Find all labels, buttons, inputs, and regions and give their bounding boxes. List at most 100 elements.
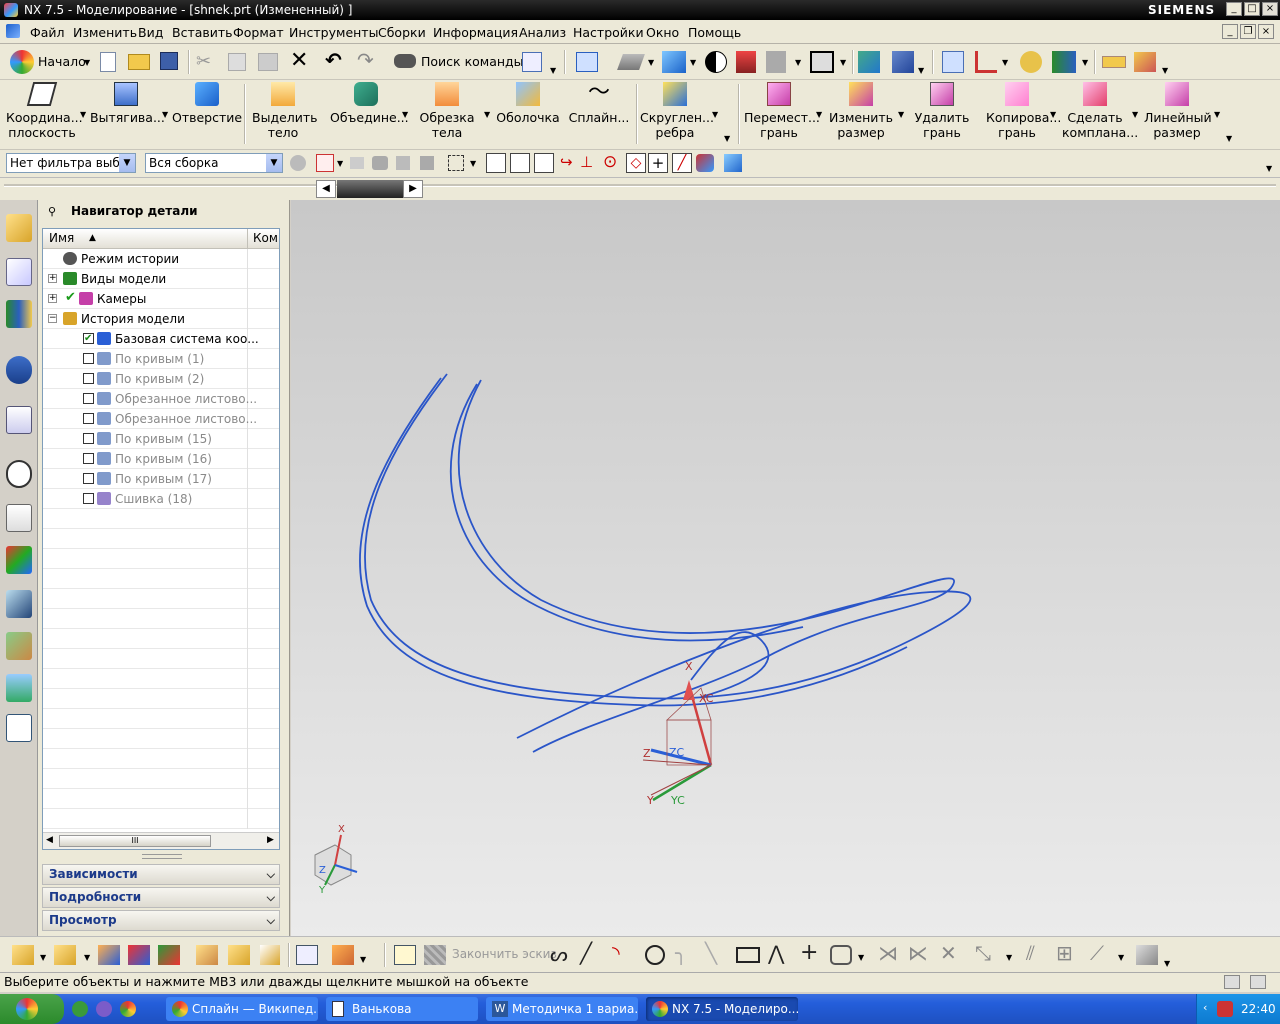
menu-help[interactable]: Помощь [688,25,741,40]
chevron-down-icon[interactable]: ▼ [337,159,343,168]
finish-sketch-icon[interactable] [424,945,446,965]
info-icon[interactable] [6,356,32,384]
spline-curves[interactable] [358,373,972,753]
select-body-icon[interactable] [724,154,742,172]
new-file-icon[interactable] [100,52,116,72]
quick-trim-icon[interactable]: ⋊ [878,941,898,965]
feature-checkbox[interactable] [83,373,94,384]
sketch-style-icon[interactable] [1136,945,1158,965]
chevron-down-icon[interactable]: ▼ [1002,58,1008,67]
expand-icon[interactable]: + [48,294,57,303]
open-folder-icon[interactable] [128,54,150,70]
scroll-thumb[interactable]: III [59,835,211,847]
select-icon[interactable] [396,156,410,170]
chevron-down-icon[interactable]: ▼ [1226,134,1232,143]
menu-edit[interactable]: Изменить [73,25,137,40]
arc-icon[interactable]: ◝ [612,941,620,965]
color-icon[interactable] [810,51,834,73]
assembly-constraints-icon[interactable] [128,945,150,965]
rectangle-icon[interactable] [736,947,760,963]
move-icon[interactable] [892,51,914,73]
csys-icon[interactable] [975,51,997,73]
chevron-down-icon[interactable]: ▼ [1214,110,1220,119]
snap-existing-point-icon[interactable]: + [648,153,668,173]
table-row[interactable]: + Виды модели [43,269,279,289]
chevron-down-icon[interactable]: ▼ [1006,953,1012,962]
chevron-down-icon[interactable]: ▼ [795,58,801,67]
menu-window[interactable]: Окно [646,25,679,40]
table-row[interactable]: По кривым (15) [43,429,279,449]
chevron-down-icon[interactable]: ▼ [550,66,556,75]
chamfer-icon[interactable]: ╲ [705,941,717,965]
chevron-down-icon[interactable]: ▼ [840,58,846,67]
paste-icon[interactable] [258,53,278,71]
sketch-icon[interactable] [394,945,416,965]
chevron-down-icon[interactable]: ▼ [84,58,90,67]
chevron-right-icon[interactable]: ▶ [403,180,423,198]
feature-checkbox[interactable] [83,353,94,364]
chevron-left-icon[interactable]: ◀ [46,835,53,845]
feature-checkbox[interactable] [83,473,94,484]
table-row[interactable]: Обрезанное листово... [43,389,279,409]
chevron-down-icon[interactable]: ▼ [724,134,730,143]
snap-mid-icon[interactable] [510,153,530,173]
feature-checkbox[interactable] [83,453,94,464]
auto-constrain-icon[interactable]: ⊞ [1056,941,1073,965]
menu-insert[interactable]: Вставить [172,25,233,40]
spline-button[interactable]: 〜 Сплайн... [568,82,630,126]
details-panel[interactable]: Подробности ⌵ [42,887,280,908]
chevron-down-icon[interactable]: ▼ [816,110,822,119]
snap-tangent-icon[interactable]: ⊥ [580,153,593,171]
redo-icon[interactable]: ↷ [357,48,374,72]
chevron-down-icon[interactable]: ▼ [360,955,366,964]
snap-on-curve-icon[interactable]: ╱ [672,153,692,173]
menu-analysis[interactable]: Анализ [519,25,566,40]
select-icon[interactable] [1052,51,1076,73]
chevron-down-icon[interactable]: ▼ [162,110,168,119]
chevron-left-icon[interactable]: ◀ [316,180,336,198]
quicklaunch-icon[interactable] [72,1001,88,1017]
chevron-down-icon[interactable]: ▼ [1050,110,1056,119]
layer-icon[interactable] [766,51,786,73]
info-icon[interactable] [522,52,542,72]
render-style-icon[interactable] [617,54,645,70]
chevron-down-icon[interactable]: ▼ [470,159,476,168]
datum-csys[interactable]: X XC Z ZC Y YC [642,660,714,807]
roles-icon[interactable] [6,632,32,660]
splitter-grip[interactable] [142,854,182,859]
unite-button[interactable]: Объедине... [330,82,409,125]
chevron-down-icon[interactable]: ▼ [1266,164,1272,173]
model-geometry[interactable]: X XC Z ZC Y YC X Y Z [291,200,1280,936]
move-component-icon[interactable] [158,945,180,965]
filter-reset-icon[interactable] [290,155,306,171]
column-header-comment[interactable]: Ком [247,229,279,249]
menu-information[interactable]: Информация [433,25,518,40]
constraint-icon[interactable]: ⫽ [1026,941,1035,965]
system-scenes-icon[interactable] [6,674,32,702]
table-row[interactable]: По кривым (16) [43,449,279,469]
table-row[interactable]: + ✔ Камеры [43,289,279,309]
chevron-down-icon[interactable]: ▼ [484,110,490,119]
save-icon[interactable] [160,52,178,70]
dependencies-panel[interactable]: Зависимости ⌵ [42,864,280,885]
table-row[interactable]: − История модели [43,309,279,329]
wcs-icon[interactable] [858,51,880,73]
chevron-down-icon[interactable]: ▼ [712,110,718,119]
snap-center-icon[interactable]: ⊙ [603,152,617,172]
table-row[interactable]: По кривым (1) [43,349,279,369]
chevron-down-icon[interactable]: ▼ [1082,58,1088,67]
sequence-icon[interactable] [260,945,280,965]
offset-curve-icon[interactable] [830,945,852,965]
make-coplanar-button[interactable]: Сделать комплана... [1062,82,1138,140]
chevron-down-icon[interactable]: ⌵ [267,888,275,907]
chevron-down-icon[interactable]: ▼ [266,154,282,172]
point-icon[interactable]: + [800,940,818,965]
chevron-down-icon[interactable]: ▼ [918,66,924,75]
snap-intersection-icon[interactable]: ↪ [560,153,573,171]
background-icon[interactable] [705,51,727,73]
pattern-icon[interactable] [332,945,354,965]
snap-end-icon[interactable] [486,153,506,173]
task-word-document[interactable]: W Методичка 1 вариа... [486,997,638,1021]
select-icon[interactable] [420,156,434,170]
doc-restore-button[interactable]: ❐ [1240,24,1256,39]
